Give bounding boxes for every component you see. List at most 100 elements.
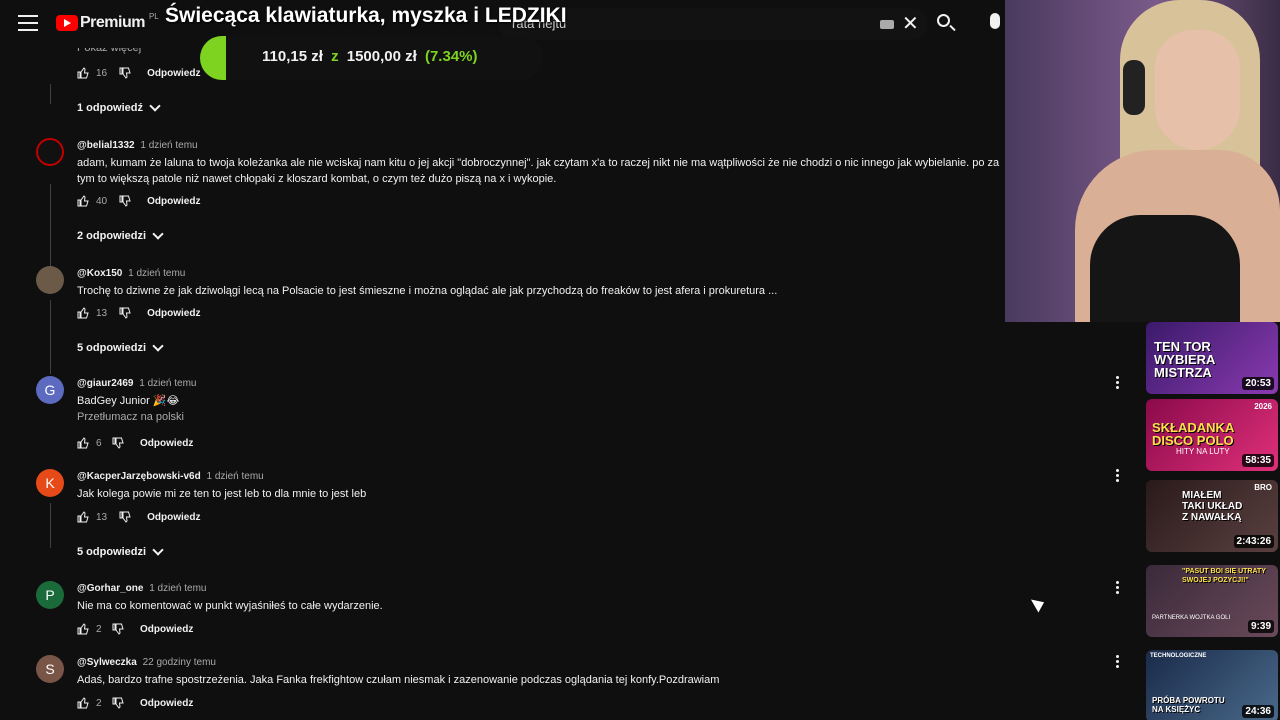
thumbs-down-icon[interactable]	[112, 623, 124, 635]
chevron-down-icon	[149, 100, 161, 112]
donation-text: 110,15 zł z 1500,00 zł (7.34%)	[262, 48, 478, 65]
related-video-thumbnail[interactable]: TEN TOR WYBIERA MISTRZA 20:53	[1146, 322, 1278, 394]
search-button[interactable]	[930, 8, 962, 40]
comment-time[interactable]: 1 dzień temu	[140, 140, 197, 151]
avatar[interactable]	[36, 266, 64, 294]
avatar[interactable]: P	[36, 581, 64, 609]
reply-button[interactable]: Odpowiedz	[147, 308, 200, 319]
related-video-thumbnail[interactable]: "PASUT BOI SIĘ UTRATY SWOJEJ POZYCJI!" P…	[1146, 565, 1278, 637]
comment-author[interactable]: @Kox150	[77, 268, 122, 279]
comment-author[interactable]: @giaur2469	[77, 378, 133, 389]
replies-toggle[interactable]: 5 odpowiedzi	[77, 340, 164, 354]
avatar[interactable]: S	[36, 655, 64, 683]
thumbnail-badge: BRO	[1254, 483, 1272, 492]
logo-region: PL	[148, 11, 159, 21]
comment-time[interactable]: 1 dzień temu	[149, 583, 206, 594]
reply-button[interactable]: Odpowiedz	[147, 196, 200, 207]
more-options-icon[interactable]	[1116, 469, 1120, 483]
related-video-thumbnail[interactable]: 2026 SKŁADANKA DISCO POLO HITY NA LUTY 5…	[1146, 399, 1278, 471]
comment-actions: 40 Odpowiedz	[77, 195, 200, 207]
avatar[interactable]	[36, 138, 64, 166]
thumbs-up-icon[interactable]	[77, 437, 89, 449]
thread-line	[50, 503, 51, 548]
thumbs-down-icon[interactable]	[119, 511, 131, 523]
thread-line	[50, 184, 51, 274]
like-count: 2	[96, 697, 102, 709]
more-options-icon[interactable]	[1116, 655, 1120, 669]
youtube-logo[interactable]: Premium PL	[56, 11, 159, 32]
replies-toggle[interactable]: 2 odpowiedzi	[77, 228, 164, 242]
thumbnail-text: MIAŁEM TAKI UKŁAD Z NAWAŁKĄ	[1182, 490, 1243, 523]
comment-actions: 6 Odpowiedz	[77, 437, 193, 449]
comment-actions: 2 Odpowiedz	[77, 623, 193, 635]
related-video-thumbnail[interactable]: TECHNOLOGICZNE PRÓBA POWROTU NA KSIĘŻYC …	[1146, 650, 1278, 720]
comment-time[interactable]: 1 dzień temu	[206, 471, 263, 482]
replies-toggle[interactable]: 1 odpowiedź	[77, 100, 161, 114]
thumbs-down-icon[interactable]	[112, 697, 124, 709]
close-icon[interactable]: ✕	[902, 14, 919, 34]
search-icon	[937, 14, 950, 27]
video-duration: 2:43:26	[1233, 535, 1274, 548]
comment-author[interactable]: @Sylweczka	[77, 657, 137, 668]
reply-button[interactable]: Odpowiedz	[147, 68, 200, 79]
thumbs-up-icon[interactable]	[77, 697, 89, 709]
donation-current: 110,15 zł	[262, 48, 323, 65]
replies-toggle[interactable]: 5 odpowiedzi	[77, 544, 164, 558]
comment-actions: 2 Odpowiedz	[77, 697, 193, 709]
thumbs-up-icon[interactable]	[77, 67, 89, 79]
comment-time[interactable]: 1 dzień temu	[139, 378, 196, 389]
thread-line	[50, 84, 51, 104]
video-duration: 58:35	[1242, 454, 1274, 467]
translate-link[interactable]: Przetłumacz na polski	[77, 411, 184, 423]
like-count: 40	[96, 195, 108, 207]
chevron-down-icon	[152, 544, 164, 556]
more-options-icon[interactable]	[1116, 376, 1120, 390]
thumbs-up-icon[interactable]	[77, 307, 89, 319]
related-video-thumbnail[interactable]: BRO MIAŁEM TAKI UKŁAD Z NAWAŁKĄ 2:43:26	[1146, 480, 1278, 552]
replies-count: 5 odpowiedzi	[77, 546, 147, 558]
comment-author[interactable]: @KacperJarzębowski-v6d	[77, 471, 201, 482]
chevron-down-icon	[152, 228, 164, 240]
replies-count: 5 odpowiedzi	[77, 342, 147, 354]
reply-button[interactable]: Odpowiedz	[147, 512, 200, 523]
like-count: 13	[96, 307, 108, 319]
thumbs-down-icon[interactable]	[119, 195, 131, 207]
thumbs-up-icon[interactable]	[77, 511, 89, 523]
comment-text: adam, kumam że laluna to twoja koleżanka…	[77, 157, 1000, 185]
video-duration: 20:53	[1242, 377, 1274, 390]
menu-icon[interactable]	[18, 15, 38, 33]
keyboard-icon[interactable]	[880, 20, 894, 29]
avatar[interactable]: G	[36, 376, 64, 404]
comment-actions: 13 Odpowiedz	[77, 307, 200, 319]
reply-button[interactable]: Odpowiedz	[140, 698, 193, 709]
webcam-overlay	[1005, 0, 1280, 322]
logo-text: Premium	[80, 14, 145, 31]
thumbs-up-icon[interactable]	[77, 623, 89, 635]
more-options-icon[interactable]	[1116, 581, 1120, 595]
reply-button[interactable]: Odpowiedz	[140, 624, 193, 635]
comment-author[interactable]: @Gorhar_one	[77, 583, 143, 594]
thumbs-down-icon[interactable]	[119, 307, 131, 319]
thumbnail-text: TEN TOR WYBIERA MISTRZA	[1154, 339, 1216, 380]
thumbs-up-icon[interactable]	[77, 195, 89, 207]
thumbs-down-icon[interactable]	[119, 67, 131, 79]
comment-text: BadGey Junior 🎉😂	[77, 395, 180, 407]
donation-percent: (7.34%)	[424, 48, 478, 65]
reply-button[interactable]: Odpowiedz	[140, 438, 193, 449]
video-duration: 9:39	[1247, 620, 1274, 633]
thumbnail-subtext: PARTNERKA WOJTKA GOLI	[1152, 615, 1231, 621]
replies-count: 1 odpowiedź	[77, 102, 143, 114]
mouse-cursor-icon	[1030, 594, 1048, 613]
thumbs-down-icon[interactable]	[112, 437, 124, 449]
headphones-icon	[1123, 60, 1145, 115]
like-count: 2	[96, 623, 102, 635]
comment-time[interactable]: 22 godziny temu	[143, 657, 216, 668]
thread-line	[50, 300, 51, 374]
avatar[interactable]: K	[36, 469, 64, 497]
thumbnail-text: SKŁADANKA DISCO POLO	[1152, 420, 1235, 448]
comment-author[interactable]: @belial1332	[77, 140, 135, 151]
like-count: 16	[96, 67, 108, 79]
comment-time[interactable]: 1 dzień temu	[128, 268, 185, 279]
mic-icon[interactable]	[990, 13, 1000, 29]
comment-text: Trochę to dziwne że jak dziwolągi lecą n…	[77, 285, 778, 297]
